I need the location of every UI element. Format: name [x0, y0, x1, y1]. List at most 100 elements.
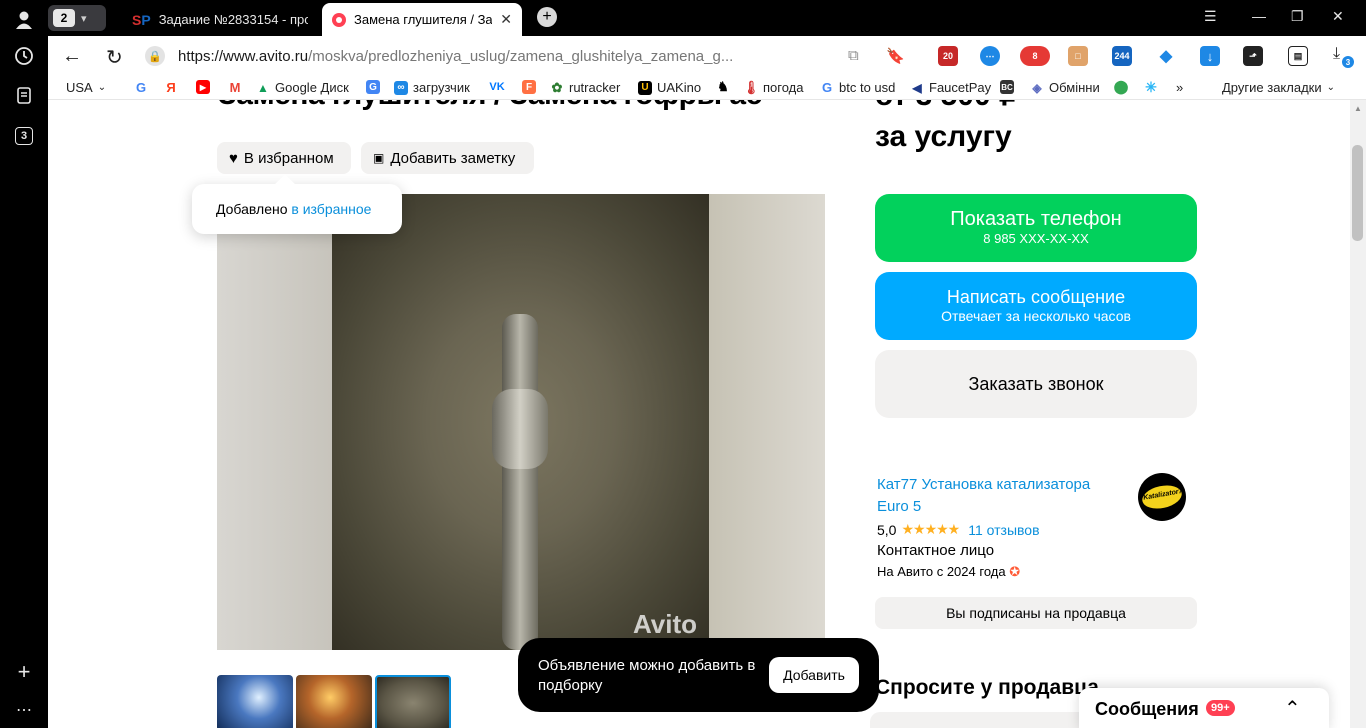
gallery-thumbnail[interactable]	[217, 675, 293, 728]
contact-person: Контактное лицо	[877, 542, 995, 559]
bookmark-weather[interactable]: 🌡 погода	[743, 80, 804, 96]
seller-name-link[interactable]: Кат77 Установка катализатора Euro 5	[877, 474, 1117, 518]
copy-icon[interactable]: ⧉	[848, 47, 859, 64]
order-call-button[interactable]: Заказать звонок	[875, 350, 1197, 418]
bookmark-exchange[interactable]: ◈ Обмінни	[1030, 80, 1100, 95]
map-pin-icon: ⬤	[1113, 79, 1129, 94]
show-phone-label: Показать телефон	[950, 208, 1122, 230]
reviews-link[interactable]: 11 отзывов	[968, 522, 1039, 538]
add-panel-icon[interactable]: +	[12, 659, 36, 684]
collection-toast: Объявление можно добавить в подборку Доб…	[518, 638, 879, 712]
google-icon: G	[135, 79, 147, 95]
chevron-down-icon: ▾	[81, 12, 87, 25]
bookmark-star[interactable]: ✳	[1144, 79, 1158, 95]
gallery-thumbnail[interactable]	[296, 675, 372, 728]
extension-red-icon[interactable]: 8	[1020, 46, 1050, 66]
bookmark-bc[interactable]: BC	[1000, 80, 1014, 94]
bookmark-translate[interactable]: G	[366, 80, 380, 94]
lock-icon[interactable]: 🔒	[145, 46, 165, 66]
bookmark-gdrive[interactable]: ▲ Google Диск	[256, 80, 349, 95]
yandex-icon: Я	[166, 79, 176, 95]
bookmarks-more[interactable]: »	[1176, 80, 1183, 95]
bookmark-gmail[interactable]: M	[228, 80, 242, 95]
extension-box-icon[interactable]: □	[1068, 46, 1088, 66]
close-icon[interactable]: ✕	[500, 11, 512, 28]
favorite-button[interactable]: ♥ В избранном	[217, 142, 351, 174]
extension-puzzle-icon[interactable]: ▤	[1288, 46, 1308, 66]
bookmark-maps[interactable]: ⬤	[1113, 79, 1129, 94]
extension-244-icon[interactable]: 244	[1112, 46, 1132, 66]
muffler	[492, 389, 548, 469]
extension-globe-icon[interactable]: ⋯	[980, 46, 1000, 66]
tooltip-link[interactable]: в избранное	[291, 201, 371, 217]
translate-icon: G	[366, 80, 380, 94]
bookmark-uakino[interactable]: U UAKino	[638, 80, 701, 95]
favorite-tooltip: Добавлено в избранное	[192, 184, 402, 234]
history-icon[interactable]	[12, 44, 36, 68]
url-field[interactable]: https://www.avito.ru/moskva/predlozheniy…	[178, 48, 733, 65]
listing-photo: Avito	[332, 194, 709, 650]
bookmark-vk[interactable]: VK	[489, 80, 504, 94]
add-note-button[interactable]: ▣ Добавить заметку	[361, 142, 534, 174]
chevron-up-icon[interactable]: ⌃	[1284, 696, 1301, 721]
reload-icon[interactable]: ↻	[106, 45, 123, 70]
bookmark-label: FaucetPay	[929, 80, 992, 95]
bookmark-yandex[interactable]: Я	[164, 79, 178, 95]
back-icon[interactable]: ←	[62, 45, 82, 68]
toast-add-button[interactable]: Добавить	[769, 657, 859, 693]
minimize-icon[interactable]: —	[1252, 8, 1266, 24]
gallery-thumbnail-active[interactable]	[375, 675, 451, 728]
extension-arrow-icon[interactable]: ⬏	[1243, 46, 1263, 66]
browser-sidebar: 3 + ⋯	[0, 0, 48, 728]
extension-diamond-icon[interactable]: ◆	[1156, 46, 1176, 66]
note-label: Добавить заметку	[390, 149, 516, 167]
bc-icon: BC	[1000, 80, 1014, 94]
menu-icon[interactable]: ☰	[1204, 8, 1217, 25]
bookmark-usa[interactable]: USA ⌄	[66, 80, 106, 95]
avito-favicon-icon	[332, 12, 346, 27]
downloads-icon[interactable]: ⤓	[1333, 45, 1340, 63]
bookmark-youtube[interactable]: ▶	[196, 80, 210, 94]
avito-watermark: Avito	[632, 609, 697, 639]
bookmark-label: загрузчик	[413, 80, 470, 95]
message-label: Написать сообщение	[946, 287, 1126, 307]
bookmark-faucetpay[interactable]: ◀ FaucetPay	[910, 80, 991, 95]
tab-group-button[interactable]: 2 ▾	[48, 5, 106, 31]
more-icon[interactable]: ⋯	[12, 698, 36, 722]
profile-icon[interactable]	[12, 8, 36, 32]
restore-icon[interactable]: ❐	[1291, 8, 1304, 25]
other-bookmarks[interactable]: Другие закладки ⌄	[1222, 80, 1335, 95]
gallery-blur-right	[709, 194, 825, 650]
phone-number: 8 985 XXX-XX-XX	[983, 231, 1089, 246]
subscribed-button[interactable]: Вы подписаны на продавца	[875, 597, 1197, 629]
write-message-button[interactable]: Написать сообщение Отвечает за несколько…	[875, 272, 1197, 340]
tab-avito[interactable]: Замена глушителя / Замена гофры ас ✕	[322, 3, 522, 36]
sidebar-badge: 3	[15, 127, 33, 145]
bookmark-btc[interactable]: Gbtc to usd	[820, 80, 895, 95]
tabs-counter-icon[interactable]: 3	[12, 124, 36, 148]
extension-download-icon[interactable]: ↓	[1200, 46, 1220, 66]
show-phone-button[interactable]: Показать телефон 8 985 XXX-XX-XX	[875, 194, 1197, 262]
image-gallery[interactable]: Avito	[217, 194, 825, 650]
seller-avatar[interactable]: Katalizator77	[1138, 473, 1186, 521]
extension-20-icon[interactable]: 20	[938, 46, 958, 66]
bookmark-google[interactable]: G	[134, 79, 148, 95]
medal-icon: ✪	[1009, 564, 1021, 579]
bookmark-icon[interactable]: 🔖	[886, 47, 905, 65]
bookmark-loader[interactable]: ∞ загрузчик	[394, 80, 470, 95]
sp-favicon-icon: SP	[132, 11, 151, 28]
tab-task[interactable]: SP Задание №2833154 - просмотр	[122, 3, 318, 36]
scroll-up-icon[interactable]: ▲	[1354, 104, 1362, 113]
new-tab-icon[interactable]: +	[537, 7, 557, 27]
close-window-icon[interactable]: ✕	[1332, 8, 1344, 25]
bookmark-chess[interactable]: ♞	[716, 79, 730, 94]
bookmark-f[interactable]: F	[522, 80, 536, 94]
bookmark-label: Обмінни	[1049, 80, 1100, 95]
bookmark-rutracker[interactable]: ✿ rutracker	[550, 80, 621, 96]
rating-stars-icon: ★★★★★	[901, 521, 960, 537]
collections-icon[interactable]	[12, 84, 36, 108]
toast-text: Объявление можно добавить в подборку	[538, 657, 756, 694]
exchange-icon: ◈	[1032, 80, 1042, 95]
messages-panel[interactable]: Сообщения 99+ ⌃	[1079, 688, 1329, 728]
scrollbar-thumb[interactable]	[1352, 145, 1363, 241]
